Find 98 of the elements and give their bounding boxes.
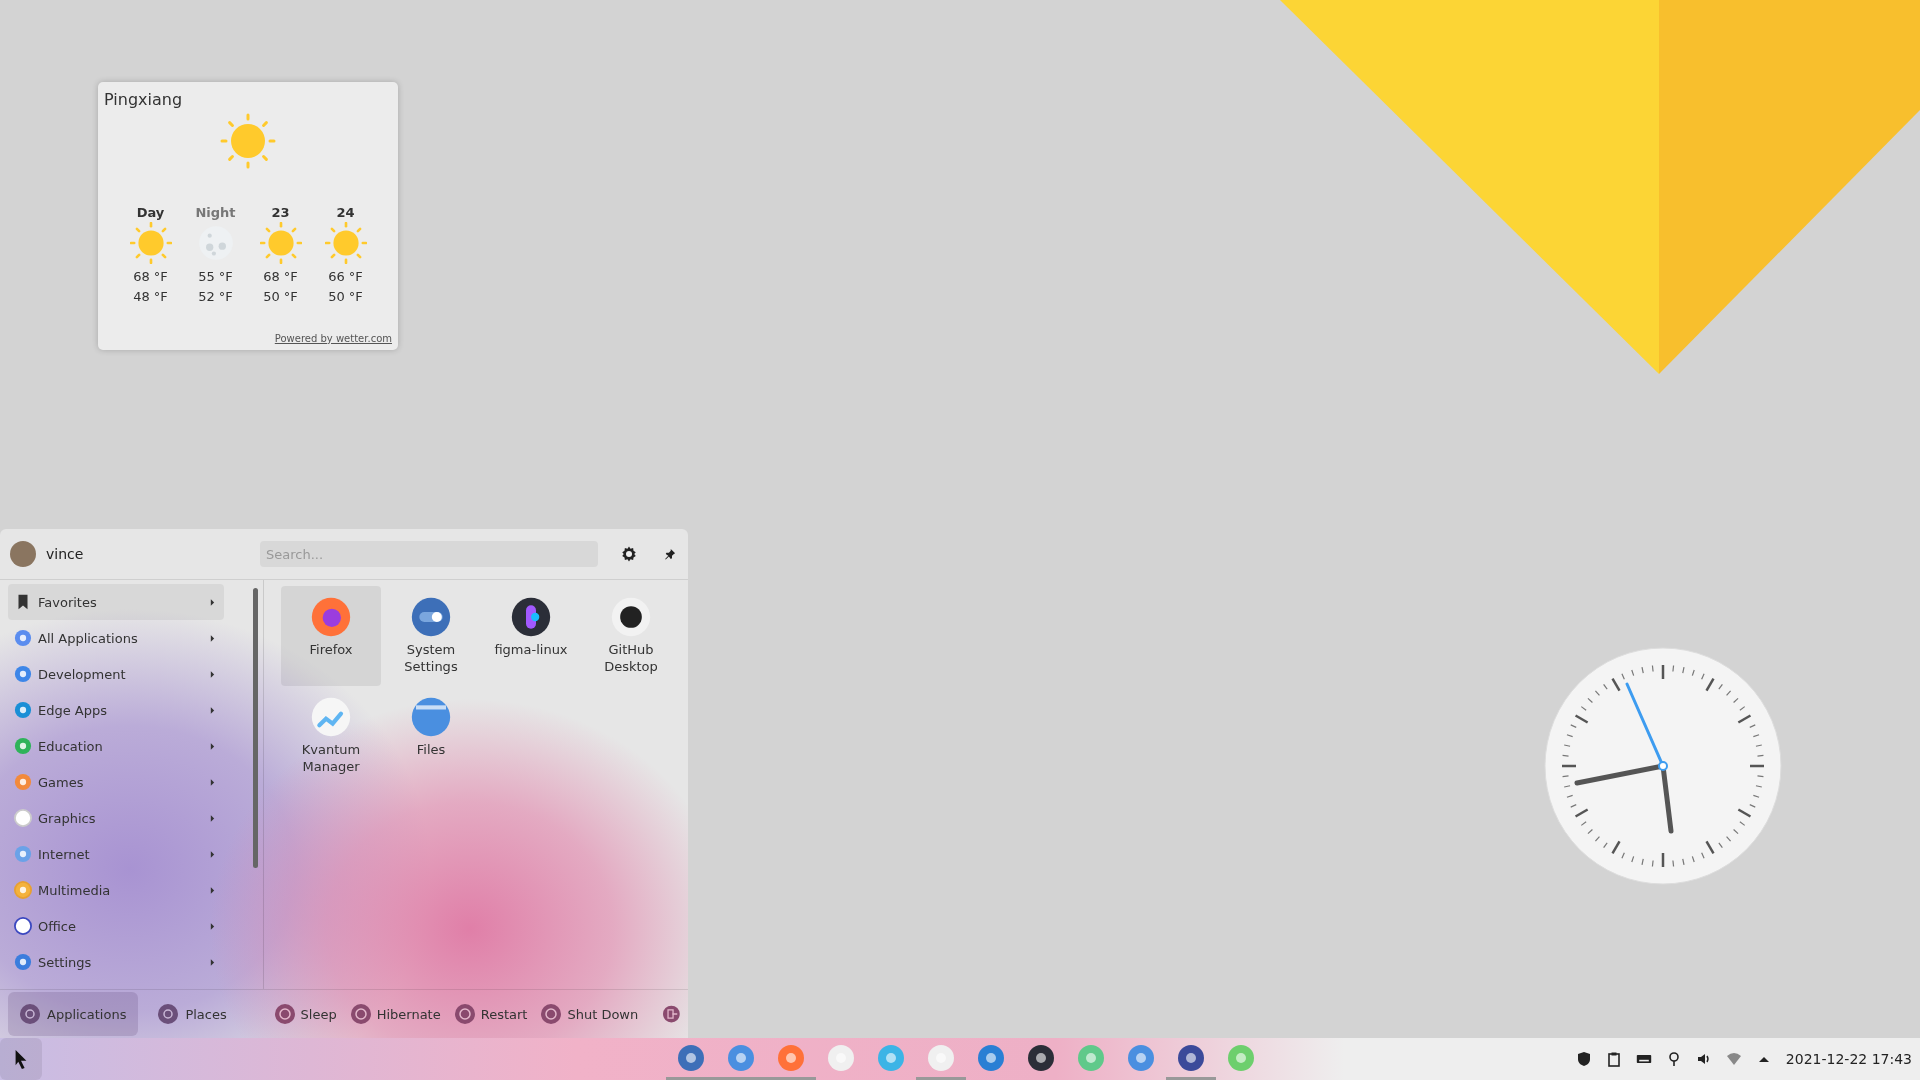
- category-item[interactable]: Education: [8, 728, 224, 764]
- category-icon: [14, 917, 32, 935]
- start-button[interactable]: [0, 1038, 42, 1080]
- search-field[interactable]: Search...: [260, 541, 598, 567]
- app-icon: [1227, 1043, 1255, 1072]
- forecast-label: Day: [136, 205, 165, 220]
- high-temperature: 68 °F: [133, 268, 168, 286]
- power-option-icon: [541, 1004, 562, 1024]
- app-icon: [411, 597, 451, 637]
- caret-icon: [210, 813, 215, 823]
- category-icon: [14, 665, 32, 683]
- category-icon: [14, 845, 32, 863]
- power-option-icon: [274, 1004, 295, 1024]
- app-icon: [1127, 1043, 1155, 1072]
- category-item[interactable]: Multimedia: [8, 872, 224, 908]
- caret-icon: [210, 849, 215, 859]
- app-icon: [927, 1043, 955, 1072]
- low-temperature: 50 °F: [263, 288, 298, 306]
- credit-link[interactable]: Powered by wetter.com: [274, 333, 392, 344]
- app-launcher-item[interactable]: figma-linux: [481, 586, 581, 686]
- app-launcher-item[interactable]: Kvantum Manager: [281, 686, 381, 786]
- category-icon: [14, 881, 32, 899]
- wifi-icon[interactable]: [1725, 1051, 1742, 1067]
- category-item[interactable]: All Applications: [8, 620, 224, 656]
- caret-icon: [210, 705, 215, 715]
- forecast-label: 24: [336, 205, 355, 220]
- low-temperature: 48 °F: [133, 288, 168, 306]
- category-item[interactable]: Internet: [8, 836, 224, 872]
- low-temperature: 50 °F: [328, 288, 363, 306]
- app-icon: [311, 597, 351, 637]
- high-temperature: 68 °F: [263, 268, 298, 286]
- app-icon: [511, 597, 551, 637]
- power-option-icon: [454, 1004, 475, 1024]
- power-option-icon: [350, 1004, 371, 1024]
- settings-icon[interactable]: [620, 545, 638, 563]
- category-icon: [14, 629, 32, 647]
- user-name: vince: [46, 546, 85, 562]
- tab-icon: [158, 1004, 179, 1024]
- app-icon: [977, 1043, 1005, 1072]
- sun-icon: [324, 222, 367, 264]
- category-item[interactable]: Graphics: [8, 800, 224, 836]
- power-button[interactable]: Hibernate: [347, 1004, 444, 1024]
- caret-icon: [210, 957, 215, 967]
- forecast-label: Night: [195, 205, 236, 220]
- category-icon: [14, 953, 32, 971]
- high-temperature: 66 °F: [328, 268, 363, 286]
- app-launcher-item[interactable]: Files: [381, 686, 481, 786]
- category-icon: [14, 701, 32, 719]
- category-item[interactable]: Settings: [8, 944, 224, 980]
- app-launcher-item[interactable]: System Settings: [381, 586, 481, 686]
- forecast-label: 23: [271, 205, 290, 220]
- app-icon: [611, 597, 651, 637]
- app-icon: [827, 1043, 855, 1072]
- sun-icon: [129, 222, 172, 264]
- category-item[interactable]: Edge Apps: [8, 692, 224, 728]
- clipboard-icon[interactable]: [1605, 1051, 1622, 1067]
- app-icon: [777, 1043, 805, 1072]
- category-item[interactable]: Favorites: [8, 584, 224, 620]
- caret-icon: [210, 669, 215, 679]
- app-launcher-item[interactable]: GitHub Desktop: [581, 586, 681, 686]
- caret-icon: [210, 633, 215, 643]
- shield-icon[interactable]: [1575, 1051, 1592, 1067]
- app-icon: [311, 697, 351, 737]
- date-time[interactable]: 2021-12-22 17:43: [1785, 1051, 1912, 1067]
- caret-icon: [210, 741, 215, 751]
- app-icon: [677, 1043, 705, 1072]
- caret-icon: [210, 777, 215, 787]
- scrollbar-handle[interactable]: [253, 588, 258, 868]
- category-icon: [14, 809, 32, 827]
- app-icon: [1077, 1043, 1105, 1072]
- caret-icon: [210, 921, 215, 931]
- launcher-tab[interactable]: Places: [146, 992, 239, 1036]
- category-item[interactable]: Development: [8, 656, 224, 692]
- app-icon: [1027, 1043, 1055, 1072]
- app-launcher-item[interactable]: Firefox: [281, 586, 381, 686]
- category-icon: [14, 773, 32, 791]
- category-item[interactable]: Office: [8, 908, 224, 944]
- launcher-tab[interactable]: Applications: [8, 992, 139, 1036]
- category-icon: [14, 737, 32, 755]
- low-temperature: 52 °F: [198, 288, 233, 306]
- power-button[interactable]: Sleep: [271, 1004, 340, 1024]
- caret-icon: [210, 597, 215, 607]
- volume-icon[interactable]: [1695, 1051, 1712, 1067]
- caret-icon: [210, 885, 215, 895]
- power-button[interactable]: Restart: [451, 1004, 531, 1024]
- app-icon: [727, 1043, 755, 1072]
- sun-icon: [218, 111, 278, 171]
- app-icon: [1177, 1043, 1205, 1072]
- city-name: Pingxiang: [104, 90, 184, 109]
- high-temperature: 55 °F: [198, 268, 233, 286]
- app-icon: [877, 1043, 905, 1072]
- power-button[interactable]: Shut Down: [538, 1004, 642, 1024]
- app-icon: [411, 697, 451, 737]
- logout-icon[interactable]: [663, 1004, 680, 1024]
- tab-icon: [20, 1004, 40, 1024]
- sun-icon: [259, 222, 302, 264]
- user-avatar[interactable]: [10, 541, 36, 567]
- category-item[interactable]: Games: [8, 764, 224, 800]
